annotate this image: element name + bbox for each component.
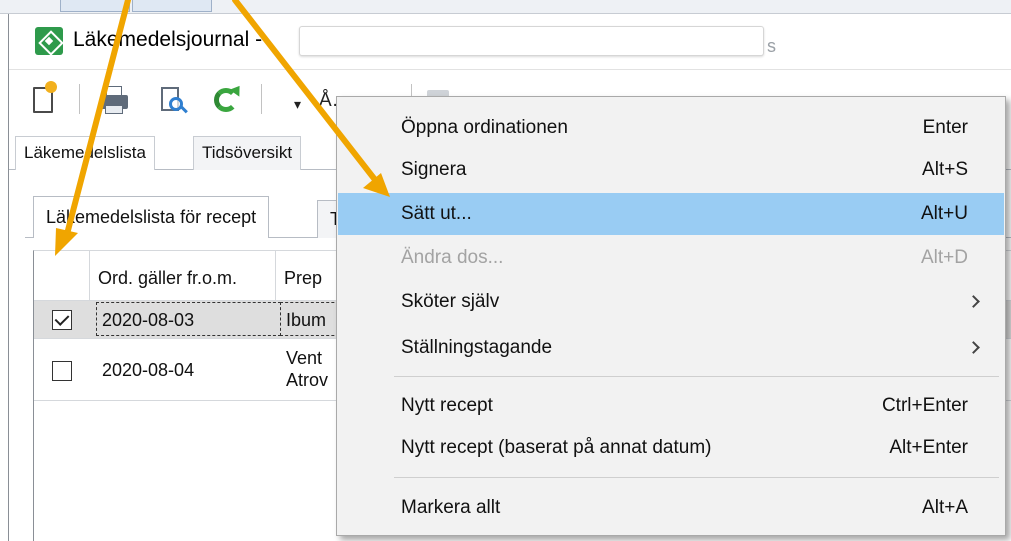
refresh-button[interactable] [209, 82, 245, 117]
title-suffix: s [767, 36, 776, 56]
menu-item-label: Sätt ut... [401, 203, 472, 224]
toolbar-dropdown-icon[interactable]: ▾ [294, 96, 301, 113]
menu-item-shortcut: Enter [922, 117, 968, 138]
app-logo-icon [35, 27, 63, 55]
menu-item-label: Ställningstagande [401, 337, 553, 358]
menu-item-label: Markera allt [401, 497, 501, 518]
print-preview-button[interactable] [155, 83, 189, 117]
menu-separator [394, 477, 999, 478]
menu-item-label: Nytt recept (baserat på annat datum) [401, 437, 712, 458]
menu-item-shortcut: Alt+A [922, 497, 968, 518]
menu-item-stallningstagande[interactable]: Ställningstagande [338, 327, 1004, 369]
menu-item-shortcut: Alt+Enter [889, 437, 968, 458]
background-tab [132, 0, 212, 12]
menu-item-oppna-ordinationen[interactable]: Öppna ordinationen Enter [338, 107, 1004, 149]
menu-separator [394, 376, 999, 377]
menu-item-shortcut: Ctrl+Enter [881, 395, 968, 416]
menu-item-label: Signera [401, 159, 467, 180]
context-menu: Öppna ordinationen Enter Signera Alt+S S… [336, 96, 1006, 536]
menu-item-signera[interactable]: Signera Alt+S [338, 149, 1004, 191]
menu-item-satt-ut[interactable]: Sätt ut... Alt+U [338, 193, 1004, 235]
menu-item-shortcut: Alt+D [921, 247, 968, 268]
menu-item-label: Sköter själv [401, 291, 500, 312]
row-date: 2020-08-04 [102, 360, 195, 380]
background-tab [60, 0, 130, 12]
row-checkbox[interactable] [52, 310, 72, 330]
tab-lakemedelslista-for-recept[interactable]: Läkemedelslista för recept [33, 196, 270, 238]
background-window-strip [0, 0, 1011, 14]
focus-outline [96, 302, 281, 336]
menu-item-markera-allt[interactable]: Markera allt Alt+A [338, 487, 1004, 529]
menu-item-skoter-sjalv[interactable]: Sköter själv [338, 281, 1004, 323]
title-bar: Läkemedelsjournal - s [9, 14, 1011, 70]
menu-item-shortcut: Alt+U [921, 203, 968, 224]
row-checkbox[interactable] [52, 361, 72, 381]
menu-item-shortcut: Alt+S [922, 159, 968, 180]
menu-item-label: Ändra dos... [401, 247, 504, 268]
column-header-select[interactable] [34, 251, 90, 301]
tab-lakemedelslista[interactable]: Läkemedelslista [15, 136, 155, 170]
screenshot: Läkemedelsjournal - s ▾ Å… Läkemedelslis… [0, 0, 1011, 541]
menu-item-nytt-recept[interactable]: Nytt recept Ctrl+Enter [338, 385, 1004, 427]
submenu-chevron-icon [967, 295, 980, 308]
window-title: Läkemedelsjournal - [73, 28, 263, 51]
menu-item-label: Nytt recept [401, 395, 493, 416]
menu-item-label: Öppna ordinationen [401, 117, 568, 138]
tab-tidsoversikt[interactable]: Tidsöversikt [193, 136, 302, 170]
print-button[interactable] [97, 83, 131, 117]
new-document-button[interactable] [27, 81, 61, 117]
menu-item-nytt-recept-annat-datum[interactable]: Nytt recept (baserat på annat datum) Alt… [338, 427, 1004, 469]
menu-item-andra-dos: Ändra dos... Alt+D [338, 237, 1004, 279]
column-header-valid-from[interactable]: Ord. gäller fr.o.m. [90, 251, 276, 301]
submenu-chevron-icon [967, 341, 980, 354]
redacted-patient-name [299, 26, 764, 56]
